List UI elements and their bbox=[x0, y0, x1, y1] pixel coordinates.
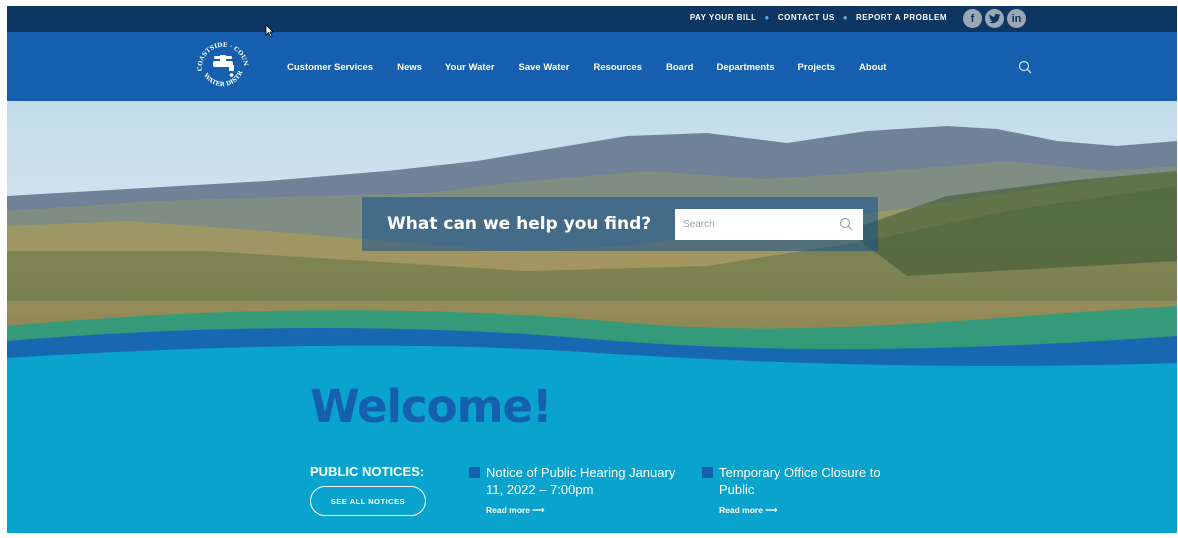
linkedin-icon[interactable]: in bbox=[1007, 9, 1026, 28]
read-more-link[interactable]: Read more ⟶ bbox=[486, 505, 544, 516]
read-more-link[interactable]: Read more ⟶ bbox=[719, 505, 777, 516]
separator-dot: ● bbox=[764, 13, 770, 22]
see-all-notices-button[interactable]: SEE ALL NOTICES bbox=[310, 486, 426, 516]
mouse-cursor-icon bbox=[265, 24, 274, 42]
twitter-icon[interactable] bbox=[985, 9, 1004, 28]
nav-save-water[interactable]: Save Water bbox=[519, 62, 570, 73]
nav-projects[interactable]: Projects bbox=[798, 62, 836, 73]
nav-about[interactable]: About bbox=[859, 62, 886, 73]
primary-menu: Customer Services News Your Water Save W… bbox=[287, 62, 886, 73]
welcome-heading: Welcome! bbox=[310, 380, 552, 433]
contact-us-link[interactable]: CONTACT US bbox=[778, 13, 835, 22]
social-links: f in bbox=[963, 9, 1026, 28]
search-placeholder: Search bbox=[683, 219, 715, 230]
notice-title[interactable]: Notice of Public Hearing January 11, 202… bbox=[486, 464, 686, 498]
notice-title[interactable]: Temporary Office Closure to Public bbox=[719, 464, 919, 498]
nav-departments[interactable]: Departments bbox=[716, 62, 774, 73]
notice-bullet bbox=[702, 467, 713, 478]
nav-resources[interactable]: Resources bbox=[593, 62, 642, 73]
browser-viewport: PAY YOUR BILL ● CONTACT US ● REPORT A PR… bbox=[7, 6, 1177, 533]
public-notices-label: PUBLIC NOTICES: bbox=[310, 464, 425, 479]
main-nav: COASTSIDE · COUNTY WATER DISTRICT Custom… bbox=[7, 32, 1177, 101]
report-problem-link[interactable]: REPORT A PROBLEM bbox=[856, 13, 947, 22]
nav-news[interactable]: News bbox=[397, 62, 422, 73]
facebook-icon[interactable]: f bbox=[963, 9, 982, 28]
utility-bar: PAY YOUR BILL ● CONTACT US ● REPORT A PR… bbox=[7, 6, 1177, 32]
nav-board[interactable]: Board bbox=[666, 62, 693, 73]
utility-links: PAY YOUR BILL ● CONTACT US ● REPORT A PR… bbox=[690, 13, 947, 22]
search-icon[interactable] bbox=[1018, 60, 1032, 79]
nav-customer-services[interactable]: Customer Services bbox=[287, 62, 373, 73]
site-search-panel: What can we help you find? Search bbox=[362, 197, 878, 251]
notice-item: Notice of Public Hearing January 11, 202… bbox=[469, 464, 689, 524]
search-icon[interactable] bbox=[839, 217, 853, 231]
search-input[interactable]: Search bbox=[675, 209, 863, 240]
pay-bill-link[interactable]: PAY YOUR BILL bbox=[690, 13, 757, 22]
notice-bullet bbox=[469, 467, 480, 478]
search-prompt: What can we help you find? bbox=[387, 214, 652, 234]
nav-your-water[interactable]: Your Water bbox=[445, 62, 495, 73]
separator-dot: ● bbox=[842, 13, 849, 22]
district-logo[interactable]: COASTSIDE · COUNTY WATER DISTRICT bbox=[189, 36, 252, 91]
notice-item: Temporary Office Closure to Public Read … bbox=[702, 464, 922, 524]
